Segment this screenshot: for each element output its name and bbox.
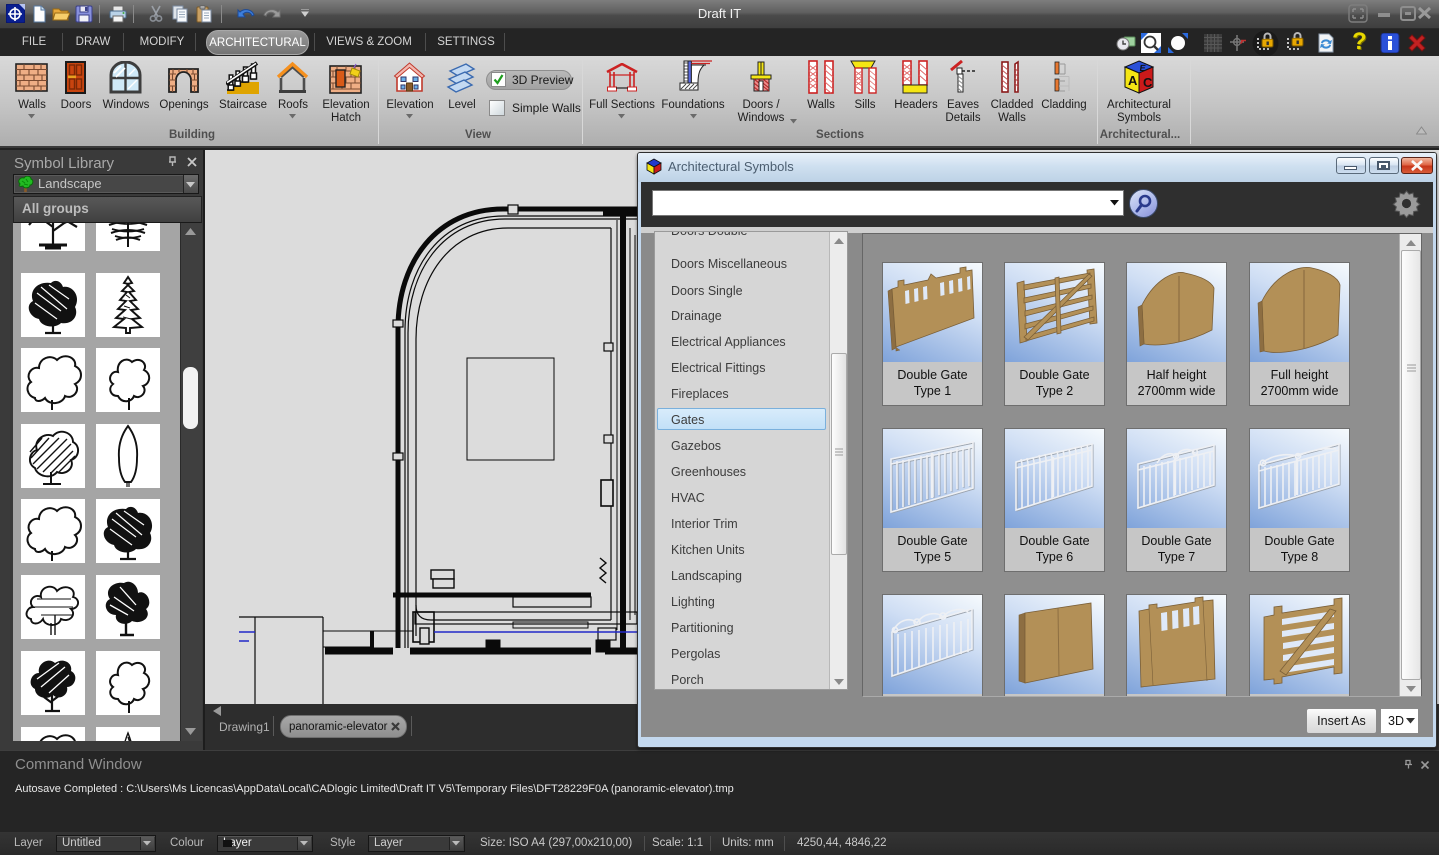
svg-text:C: C <box>1143 75 1153 90</box>
svg-text:A: A <box>1128 73 1138 88</box>
